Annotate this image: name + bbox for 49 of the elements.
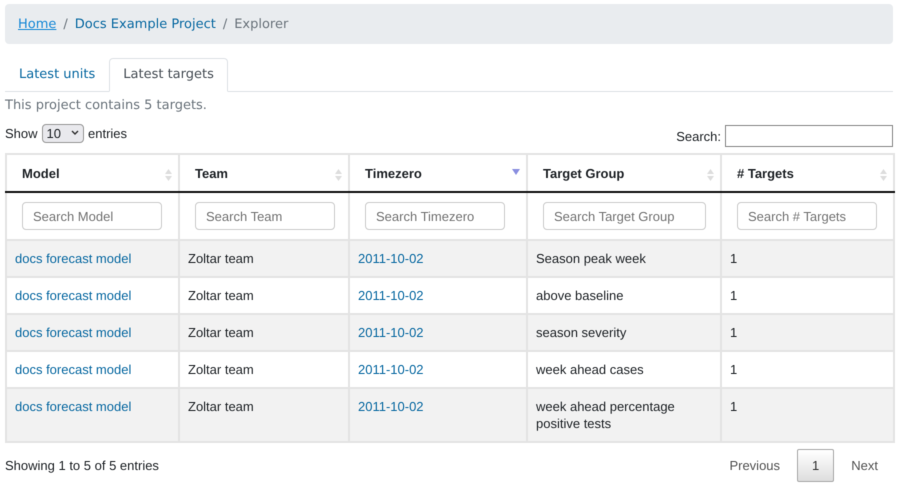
breadcrumb-separator: /: [63, 16, 68, 32]
table-cell: Zoltar team: [188, 325, 254, 340]
table-cell: Zoltar team: [188, 399, 254, 414]
column-header[interactable]: Timezero: [349, 154, 527, 192]
table-link[interactable]: 2011-10-02: [358, 362, 424, 377]
search-label: Search:: [676, 128, 721, 144]
tab[interactable]: Latest units: [5, 58, 110, 92]
table-cell: 1: [730, 251, 738, 266]
column-search-field[interactable]: Search Timezero: [365, 202, 505, 230]
table-link[interactable]: docs forecast model: [15, 399, 132, 414]
table-info: Showing 1 to 5 of 5 entries: [5, 458, 159, 473]
column-header[interactable]: Target Group: [527, 154, 721, 192]
column-search-field[interactable]: Search Team: [195, 202, 335, 230]
column-search-field[interactable]: Search Target Group: [543, 202, 706, 230]
table-cell: 1: [730, 362, 738, 377]
column-header[interactable]: Model: [6, 154, 179, 192]
pagination-button[interactable]: Next: [836, 449, 893, 482]
table-cell: Zoltar team: [188, 362, 254, 377]
breadcrumb-separator: /: [222, 16, 228, 32]
search-field[interactable]: [725, 125, 893, 147]
table-link[interactable]: 2011-10-02: [358, 325, 424, 340]
table-cell: week ahead cases: [536, 362, 644, 377]
breadcrumb-current: Explorer: [234, 16, 288, 32]
table-cell: Zoltar team: [188, 251, 254, 266]
entries-select[interactable]: 10: [42, 124, 84, 142]
show-label: Show: [5, 126, 38, 140]
table-link[interactable]: 2011-10-02: [358, 251, 424, 266]
table-cell: 1: [730, 288, 738, 303]
column-search-field[interactable]: Search Model: [22, 202, 162, 230]
table-cell: season severity: [536, 325, 626, 340]
column-header[interactable]: # Targets: [721, 154, 894, 192]
breadcrumb-link[interactable]: Home: [18, 16, 56, 32]
tab[interactable]: Latest targets: [109, 58, 228, 92]
table-cell: 1: [730, 325, 738, 340]
table-cell: week ahead percentage positive tests: [536, 399, 675, 431]
table-link[interactable]: 2011-10-02: [358, 399, 424, 414]
pagination-button[interactable]: 1: [797, 449, 834, 482]
column-search-field[interactable]: Search # Targets: [737, 202, 877, 230]
entries-label: entries: [88, 126, 128, 140]
summary-text: This project contains 5 targets.: [5, 98, 208, 113]
table-cell: above baseline: [536, 288, 624, 303]
breadcrumb-link[interactable]: Docs Example Project: [74, 16, 216, 32]
pagination-button[interactable]: Previous: [714, 449, 796, 482]
table-cell: Zoltar team: [188, 288, 254, 303]
table-cell: Season peak week: [536, 251, 646, 266]
table-cell: 1: [730, 399, 738, 414]
column-header[interactable]: Team: [179, 154, 349, 192]
table-link[interactable]: 2011-10-02: [358, 288, 424, 303]
chevron-down-icon: [71, 130, 79, 136]
